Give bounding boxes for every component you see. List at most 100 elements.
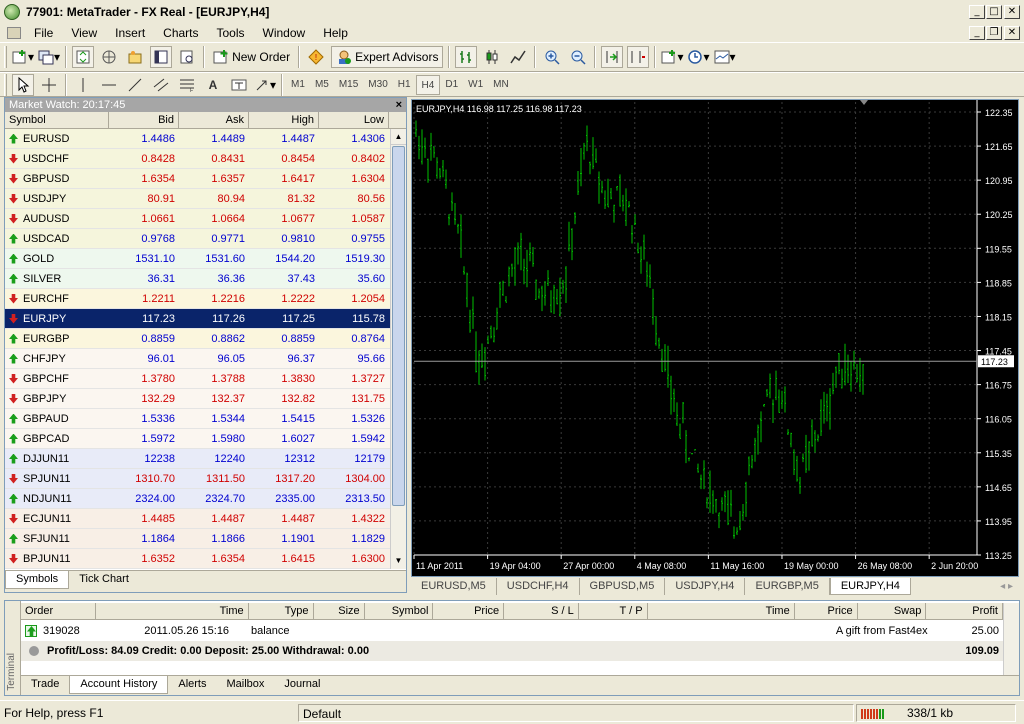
- minimize-button[interactable]: _: [969, 5, 985, 19]
- column-header-size[interactable]: Size: [314, 603, 365, 619]
- market-watch-row[interactable]: NDJUN11 2324.00 2324.70 2335.00 2313.50: [5, 489, 390, 509]
- menu-help[interactable]: Help: [314, 26, 357, 40]
- close-button[interactable]: ✕: [1004, 5, 1020, 19]
- column-header-low[interactable]: Low: [319, 112, 389, 128]
- column-header-symbol[interactable]: Symbol: [5, 112, 109, 128]
- market-watch-row[interactable]: EURCHF 1.2211 1.2216 1.2222 1.2054: [5, 289, 390, 309]
- timeframe-d1[interactable]: D1: [440, 75, 463, 95]
- tab-mailbox[interactable]: Mailbox: [216, 676, 274, 694]
- column-header-tp[interactable]: T / P: [579, 603, 648, 619]
- timeframe-w1[interactable]: W1: [463, 75, 488, 95]
- profiles-button[interactable]: ▾: [38, 46, 60, 68]
- metaeditor-icon[interactable]: !: [305, 46, 327, 68]
- menu-charts[interactable]: Charts: [154, 26, 207, 40]
- chart-tab-usdchf-h4[interactable]: USDCHF,H4: [497, 578, 580, 595]
- chart-tab-eurjpy-h4[interactable]: EURJPY,H4: [829, 578, 911, 595]
- crosshair-icon[interactable]: [38, 74, 60, 96]
- maximize-button[interactable]: □: [986, 5, 1002, 19]
- close-icon[interactable]: ×: [396, 98, 402, 112]
- market-watch-scrollbar[interactable]: ▲ ▼: [390, 129, 406, 569]
- chart-tab-eurgbp-m5[interactable]: EURGBP,M5: [745, 578, 830, 595]
- scroll-up-icon[interactable]: ▲: [391, 129, 406, 145]
- arrows-icon[interactable]: ▾: [254, 74, 276, 96]
- chart-shift-icon[interactable]: [627, 46, 650, 68]
- tab-symbols[interactable]: Symbols: [5, 571, 70, 589]
- chart-shift-marker-icon[interactable]: [860, 100, 868, 105]
- market-watch-row[interactable]: CHFJPY 96.01 96.05 96.37 95.66: [5, 349, 390, 369]
- market-watch-row[interactable]: GOLD 1531.10 1531.60 1544.20 1519.30: [5, 249, 390, 269]
- chart-canvas[interactable]: 122.35 121.65 120.95 120.25 119.55 118.85 118.…: [412, 100, 1018, 576]
- zoom-out-icon[interactable]: [567, 46, 589, 68]
- column-header-order[interactable]: Order: [21, 603, 96, 619]
- vertical-line-icon[interactable]: [72, 74, 94, 96]
- market-watch-row[interactable]: GBPCHF 1.3780 1.3788 1.3830 1.3727: [5, 369, 390, 389]
- expert-advisors-button[interactable]: Expert Advisors: [331, 46, 444, 68]
- market-watch-row[interactable]: EURGBP 0.8859 0.8862 0.8859 0.8764: [5, 329, 390, 349]
- market-watch-row[interactable]: GBPJPY 132.29 132.37 132.82 131.75: [5, 389, 390, 409]
- column-header-close-time[interactable]: Time: [648, 603, 795, 619]
- market-watch-row[interactable]: USDCAD 0.9768 0.9771 0.9810 0.9755: [5, 229, 390, 249]
- trendline-icon[interactable]: [124, 74, 146, 96]
- tab-trade[interactable]: Trade: [21, 676, 69, 694]
- timeframe-m15[interactable]: M15: [334, 75, 363, 95]
- menu-insert[interactable]: Insert: [106, 26, 154, 40]
- market-watch-row[interactable]: DJJUN11 12238 12240 12312 12179: [5, 449, 390, 469]
- text-label-icon[interactable]: [228, 74, 250, 96]
- indicators-icon[interactable]: ▾: [661, 46, 683, 68]
- navigator-icon[interactable]: [98, 46, 120, 68]
- tab-account-history[interactable]: Account History: [69, 676, 169, 694]
- candlestick-icon[interactable]: [481, 46, 503, 68]
- new-chart-button[interactable]: ▾: [12, 46, 34, 68]
- column-header-bid[interactable]: Bid: [109, 112, 179, 128]
- market-watch-row[interactable]: SFJUN11 1.1864 1.1866 1.1901 1.1829: [5, 529, 390, 549]
- chart-tab-gbpusd-m5[interactable]: GBPUSD,M5: [580, 578, 666, 595]
- column-header-profit[interactable]: Profit: [926, 603, 1003, 619]
- chart-tab-eurusd-m5[interactable]: EURUSD,M5: [411, 578, 497, 595]
- menu-file[interactable]: File: [25, 26, 62, 40]
- equidistant-channel-icon[interactable]: [150, 74, 172, 96]
- column-header-price[interactable]: Price: [433, 603, 505, 619]
- cursor-icon[interactable]: [12, 73, 34, 96]
- market-watch-row[interactable]: AUDUSD 1.0661 1.0664 1.0677 1.0587: [5, 209, 390, 229]
- horizontal-line-icon[interactable]: [98, 74, 120, 96]
- timeframe-m5[interactable]: M5: [310, 75, 334, 95]
- market-watch-toggle-icon[interactable]: [72, 46, 95, 68]
- column-header-sl[interactable]: S / L: [504, 603, 579, 619]
- timeframe-mn[interactable]: MN: [488, 75, 514, 95]
- document-icon[interactable]: [7, 27, 21, 39]
- column-header-ask[interactable]: Ask: [179, 112, 249, 128]
- periods-clock-icon[interactable]: ▾: [687, 46, 710, 68]
- terminal-scrollbar[interactable]: [1003, 603, 1019, 675]
- mdi-close-button[interactable]: ✕: [1004, 26, 1020, 40]
- price-chart[interactable]: 122.35 121.65 120.95 120.25 119.55 118.85 118.…: [411, 99, 1019, 577]
- mdi-restore-button[interactable]: ❐: [986, 26, 1002, 40]
- text-tool-button[interactable]: A: [202, 74, 224, 96]
- fibonacci-icon[interactable]: F: [176, 74, 198, 96]
- column-header-symbol[interactable]: Symbol: [365, 603, 434, 619]
- timeframe-h1[interactable]: H1: [393, 75, 416, 95]
- market-watch-row[interactable]: SILVER 36.31 36.36 37.43 35.60: [5, 269, 390, 289]
- market-watch-row[interactable]: USDCHF 0.8428 0.8431 0.8454 0.8402: [5, 149, 390, 169]
- column-header-close-price[interactable]: Price: [795, 603, 858, 619]
- menu-view[interactable]: View: [62, 26, 106, 40]
- mdi-minimize-button[interactable]: _: [969, 26, 985, 40]
- market-watch-row[interactable]: EURUSD 1.4486 1.4489 1.4487 1.4306: [5, 129, 390, 149]
- column-header-high[interactable]: High: [249, 112, 319, 128]
- timeframe-m1[interactable]: M1: [286, 75, 310, 95]
- market-watch-row[interactable]: GBPCAD 1.5972 1.5980 1.6027 1.5942: [5, 429, 390, 449]
- tab-scroll-arrows-icon[interactable]: ◂ ▸: [1000, 581, 1013, 592]
- tab-journal[interactable]: Journal: [274, 676, 330, 694]
- market-watch-row[interactable]: USDJPY 80.91 80.94 81.32 80.56: [5, 189, 390, 209]
- market-watch-row[interactable]: GBPUSD 1.6354 1.6357 1.6417 1.6304: [5, 169, 390, 189]
- market-watch-row[interactable]: ECJUN11 1.4485 1.4487 1.4487 1.4322: [5, 509, 390, 529]
- chart-tab-usdjpy-h4[interactable]: USDJPY,H4: [665, 578, 746, 595]
- scrollbar-thumb[interactable]: [392, 146, 405, 506]
- column-header-type[interactable]: Type: [249, 603, 314, 619]
- line-chart-icon[interactable]: [507, 46, 529, 68]
- column-header-time[interactable]: Time: [96, 603, 249, 619]
- market-watch-row[interactable]: BPJUN11 1.6352 1.6354 1.6415 1.6300: [5, 549, 390, 569]
- strategy-tester-icon[interactable]: [176, 46, 198, 68]
- menu-tools[interactable]: Tools: [208, 26, 254, 40]
- terminal-toggle-icon[interactable]: [150, 46, 173, 68]
- timeframe-m30[interactable]: M30: [363, 75, 392, 95]
